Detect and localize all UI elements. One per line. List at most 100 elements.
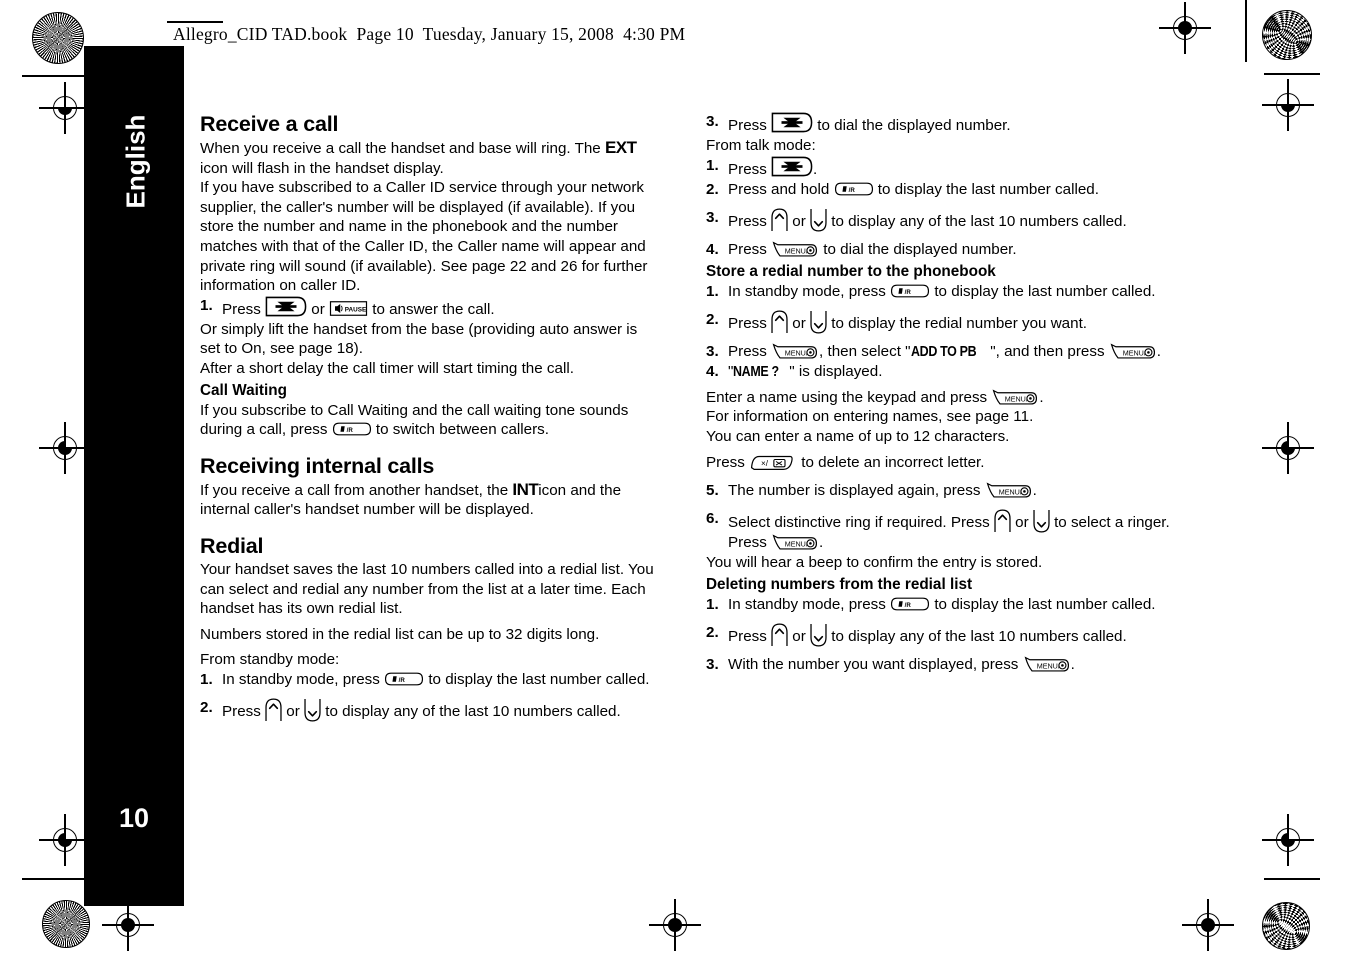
talk-key-icon (771, 112, 813, 133)
menu-key-icon (985, 481, 1033, 500)
list-body: In standby mode, press to display the la… (728, 595, 1182, 615)
star-target-top-left (32, 12, 84, 64)
list-item-talk-2: 2. Press and hold to display the last nu… (706, 180, 1182, 200)
list-body: Press and hold to display the last numbe… (728, 180, 1182, 200)
paragraph-call-timer: After a short delay the call timer will … (200, 359, 574, 377)
list-body: In standby mode, press to display the la… (728, 282, 1182, 302)
heading-call-waiting: Call Waiting (200, 381, 287, 399)
header-rule (167, 21, 223, 23)
up-arrow-key-icon (994, 509, 1011, 533)
talk-key-icon (771, 156, 813, 177)
lcd-label-name-prompt: NAME ? (733, 362, 780, 380)
list-item-store-4: 4. "NAME ? " is displayed. (706, 362, 1182, 382)
talk-key-icon (265, 296, 307, 317)
text-run: or (282, 702, 304, 720)
list-body: Press to dial the displayed number. (728, 112, 1182, 136)
list-item-standby-3: 3. Press to dial the displayed number. (706, 112, 1182, 136)
language-sidebar: English 10 (84, 46, 184, 906)
list-item-store-1: 1. In standby mode, press to display the… (706, 282, 1182, 302)
paragraph-caller-id: If you have subscribed to a Caller ID se… (200, 179, 648, 295)
list-item-store-3: 3. Press , then select "ADD TO PB ", and … (706, 342, 1182, 362)
heading-deleting-numbers: Deleting numbers from the redial list (706, 575, 973, 593)
list-item-talk-3: 3. Press or to display any of the last 1… (706, 208, 1182, 232)
flash-key-icon (890, 284, 930, 298)
pause-key-icon (329, 301, 368, 316)
list-number: 3. (706, 208, 719, 226)
moire-target-top-right (1262, 10, 1312, 60)
text-run: ", and then press (990, 342, 1109, 360)
down-arrow-key-icon (810, 623, 827, 647)
list-number: 1. (200, 670, 213, 688)
paragraph-receive-intro: When you receive a call the handset and … (200, 138, 656, 178)
up-arrow-key-icon (771, 623, 788, 647)
list-body: In standby mode, press to display the la… (222, 670, 656, 690)
text-run: . (813, 160, 818, 178)
text-run: Press (728, 117, 772, 134)
trim-line-top-right-h (1264, 73, 1320, 75)
text-run: The number is displayed again, press (728, 482, 985, 500)
text-run: or (1010, 514, 1033, 532)
text-run: to display the redial number you want. (827, 314, 1088, 332)
menu-key-icon (1023, 655, 1071, 674)
list-number: 2. (706, 310, 719, 328)
list-number: 3. (706, 342, 719, 360)
trim-line-top-left-h (22, 75, 84, 77)
list-number: 2. (706, 623, 719, 641)
paragraph-info-entering-names: For information on entering names, see p… (706, 408, 1034, 426)
sidebar-language-label: English (120, 114, 151, 209)
list-item-standby-2: 2. Press or to display any of the last 1… (200, 698, 656, 722)
registration-mark-bottom-right (1182, 899, 1234, 951)
text-run: Press (728, 342, 772, 360)
text-run: In standby mode, press (222, 670, 385, 688)
registration-mark-left-upper (39, 82, 91, 134)
text-run: . (819, 534, 824, 552)
text-run: to dial the displayed number. (813, 117, 1011, 134)
flash-key-icon (834, 182, 874, 196)
registration-mark-left-lower (39, 814, 91, 866)
text-run: to display the last number called. (873, 180, 1099, 198)
list-number: 1. (706, 156, 719, 174)
text-run: to display the last number called. (930, 595, 1156, 613)
left-column: Receive a call When you receive a call t… (200, 112, 656, 722)
text-run: When you receive a call the handset and … (200, 140, 605, 157)
text-run: If you receive a call from another hands… (200, 481, 513, 499)
list-number: 4. (706, 240, 719, 258)
list-item-standby-1: 1. In standby mode, press to display the… (200, 670, 656, 690)
list-body: Select distinctive ring if required. Pre… (728, 509, 1182, 553)
list-body: Press or to display any of the last 10 n… (222, 698, 656, 722)
list-body: Press or to display any of the last 10 n… (728, 623, 1182, 647)
heading-store-redial-number: Store a redial number to the phonebook (706, 262, 996, 280)
menu-key-icon (991, 388, 1039, 407)
paragraph-call-waiting: If you subscribe to Call Waiting and the… (200, 401, 656, 440)
text-run: In standby mode, press (728, 282, 891, 300)
list-body: Press or to answer the call. (222, 296, 656, 320)
flash-key-icon (890, 597, 930, 611)
text-run: Press and hold (728, 180, 834, 198)
list-number: 1. (706, 282, 719, 300)
moire-target-bottom-right (1262, 902, 1310, 950)
list-body: With the number you want displayed, pres… (728, 655, 1182, 675)
registration-mark-left-middle (39, 422, 91, 474)
paragraph-internal-calls: If you receive a call from another hands… (200, 480, 656, 520)
text-run: or (307, 300, 329, 318)
paragraph-delete-letter: Press to delete an incorrect letter. (706, 452, 1182, 473)
page-header-text: Allegro_CID TAD.book Page 10 Tuesday, Ja… (173, 24, 686, 44)
down-arrow-key-icon (810, 208, 827, 232)
list-item-answer-call: 1. Press or to answer the call. (200, 296, 656, 320)
text-run: to display any of the last 10 numbers ca… (827, 627, 1127, 645)
up-arrow-key-icon (265, 698, 282, 722)
down-arrow-key-icon (810, 310, 827, 334)
paragraph-redial-digits: Numbers stored in the redial list can be… (200, 625, 600, 643)
up-arrow-key-icon (771, 310, 788, 334)
list-body: "NAME ? " is displayed. (728, 362, 1182, 382)
text-run: to display any of the last 10 numbers ca… (827, 212, 1127, 230)
list-number: 2. (706, 180, 719, 198)
heading-receiving-internal-calls: Receiving internal calls (200, 453, 435, 478)
right-column: 3. Press to dial the displayed number. F… (706, 112, 1182, 675)
list-body: Press . (728, 156, 1182, 180)
text-run: In standby mode, press (728, 595, 891, 613)
list-body: Press or to display any of the last 10 n… (728, 208, 1182, 232)
text-run: Press (728, 212, 772, 230)
paragraph-from-standby: From standby mode: (200, 651, 340, 669)
paragraph-name-12-characters: You can enter a name of up to 12 charact… (706, 427, 1010, 445)
